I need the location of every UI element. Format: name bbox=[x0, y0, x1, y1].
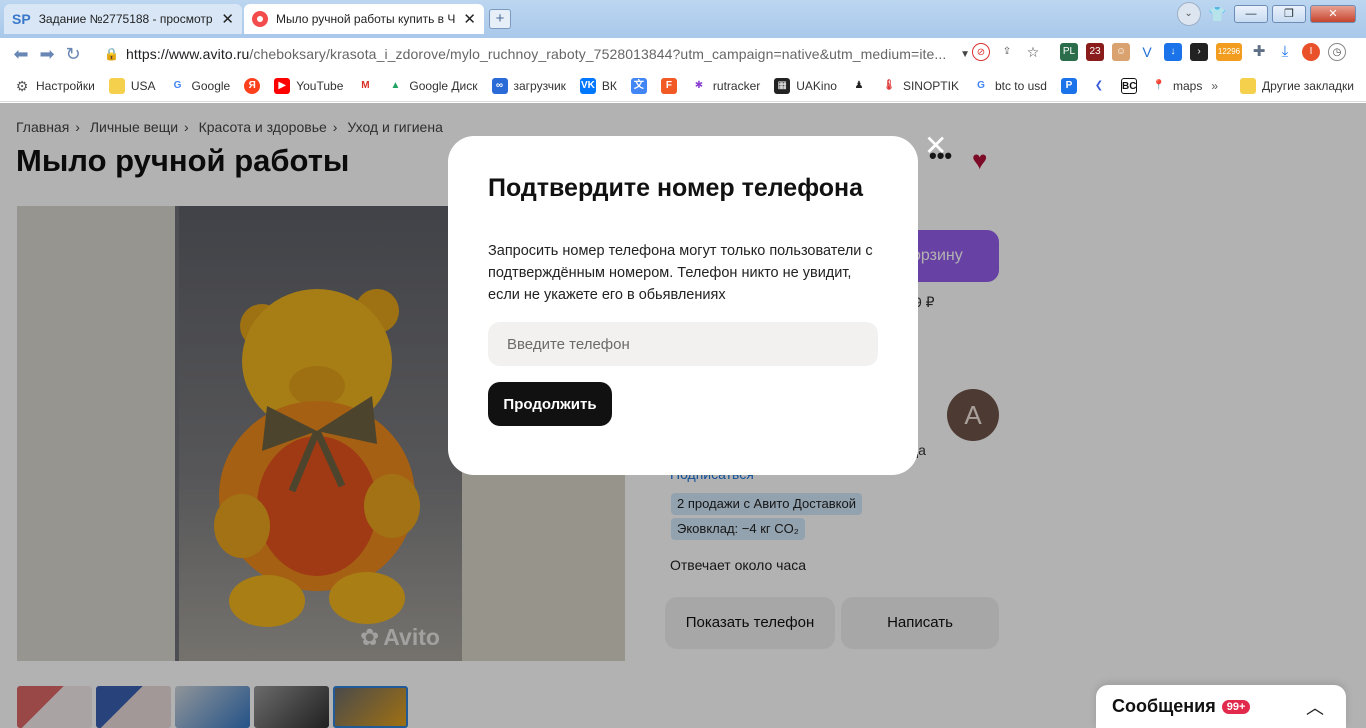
navigation-bar: ⬅ ➡ ↻ 🔒 https://www.avito.ru/cheboksary/… bbox=[0, 38, 1366, 70]
new-tab-button[interactable]: + bbox=[489, 9, 511, 29]
download-extension-icon[interactable]: ↓ bbox=[1164, 43, 1182, 61]
bookmark-translate[interactable]: 文 bbox=[630, 77, 647, 94]
yandex-icon: Я bbox=[244, 77, 261, 94]
chevron-up-icon[interactable]: ︿ bbox=[1306, 694, 1324, 720]
lock-icon: 🔒 bbox=[104, 47, 119, 61]
page: Главная › Личные вещи › Красота и здоровье… bbox=[0, 103, 1366, 728]
bookmark-rutracker[interactable]: ✱ rutracker bbox=[690, 77, 760, 94]
calendar-extension-icon[interactable]: 23 bbox=[1086, 43, 1104, 61]
messages-widget[interactable]: Сообщения 99+ ︿ bbox=[1096, 685, 1346, 728]
thermometer-icon: 🌡 bbox=[880, 77, 897, 94]
vk-icon: VK bbox=[579, 77, 596, 94]
phone-confirm-modal: Подтвердите номер телефона Запросить ном… bbox=[448, 136, 918, 475]
maximize-button[interactable]: ❐ bbox=[1272, 5, 1306, 23]
share-icon[interactable]: ⇪ bbox=[998, 43, 1016, 61]
bookmark-usa[interactable]: USA bbox=[108, 77, 156, 94]
film-icon: ▦ bbox=[774, 77, 791, 94]
bookmark-uakino[interactable]: ▦ UAKino bbox=[774, 77, 837, 94]
downloads-icon[interactable]: ⤓ bbox=[1276, 43, 1294, 61]
figure-icon: ♟ bbox=[850, 77, 867, 94]
f-icon: F bbox=[660, 77, 677, 94]
close-icon[interactable]: ✕ bbox=[924, 132, 947, 160]
clock-icon[interactable]: ◷ bbox=[1328, 43, 1346, 61]
close-tab-icon[interactable]: ✕ bbox=[463, 10, 476, 28]
bookmark-btc[interactable]: Gbtc to usd bbox=[972, 77, 1047, 94]
face-extension-icon[interactable]: ☺ bbox=[1112, 43, 1130, 61]
sp-favicon-icon: SP bbox=[12, 11, 31, 27]
tab-task[interactable]: SP Задание №2775188 - просмотр з ✕ bbox=[4, 4, 242, 34]
arrow-left-icon: ❮ bbox=[1090, 77, 1107, 94]
p-icon: P bbox=[1060, 77, 1077, 94]
messages-count-badge: 99+ bbox=[1221, 699, 1251, 714]
bookmark-arrow[interactable]: ❮ bbox=[1090, 77, 1107, 94]
back-arrow-icon[interactable]: ⬅ bbox=[8, 44, 34, 65]
google-icon: G bbox=[169, 77, 186, 94]
bookmark-google-drive[interactable]: ▲ Google Диск bbox=[387, 77, 478, 94]
folder-icon bbox=[1240, 77, 1257, 94]
shirt-icon[interactable]: 👕 bbox=[1209, 6, 1226, 23]
tab-title: Задание №2775188 - просмотр з bbox=[38, 12, 214, 26]
bookmark-google[interactable]: G Google bbox=[169, 77, 230, 94]
bookmark-gmail[interactable]: M bbox=[357, 77, 374, 94]
modal-text: Запросить номер телефона могут только по… bbox=[488, 243, 873, 303]
bookmark-bc[interactable]: BC bbox=[1120, 77, 1137, 94]
url-dropdown-icon[interactable]: ▼ bbox=[960, 49, 970, 60]
bookmark-youtube[interactable]: Я bbox=[244, 77, 261, 94]
gmail-icon: M bbox=[357, 77, 374, 94]
tab-title: Мыло ручной работы купить в Ч bbox=[276, 12, 456, 26]
forward-arrow-icon[interactable]: ➡ bbox=[34, 44, 60, 65]
v-extension-icon[interactable]: V bbox=[1138, 43, 1156, 61]
google-icon: G bbox=[972, 77, 989, 94]
bookmark-figure[interactable]: ♟ bbox=[850, 77, 867, 94]
extensions-row: ⊘ ⇪ ☆ PL 23 ☺ V ↓ › 12296 ✚ ⤓ I ◷ bbox=[972, 43, 1346, 61]
bookmarks-bar: ⚙ Настройки USA G Google Я ▶ YouTube M ▲ Goo… bbox=[0, 70, 1366, 102]
reload-icon[interactable]: ↻ bbox=[60, 44, 86, 65]
modal-title: Подтвердите номер телефона bbox=[488, 174, 864, 202]
bc-icon: BC bbox=[1120, 77, 1137, 94]
maps-pin-icon: 📍 bbox=[1150, 77, 1167, 94]
bookmark-settings[interactable]: ⚙ Настройки bbox=[14, 77, 95, 94]
block-icon[interactable]: ⊘ bbox=[972, 43, 990, 61]
browser-tab-bar: SP Задание №2775188 - просмотр з ✕ Мыло … bbox=[0, 0, 1366, 38]
bookmark-f[interactable]: F bbox=[660, 77, 677, 94]
phone-input[interactable] bbox=[488, 322, 878, 366]
bookmark-vk[interactable]: VK ВК bbox=[579, 77, 617, 94]
bitcoin-extension-icon[interactable]: 12296 bbox=[1216, 43, 1242, 61]
close-window-button[interactable]: ✕ bbox=[1310, 5, 1356, 23]
minimize-button[interactable]: — bbox=[1234, 5, 1268, 23]
other-bookmarks[interactable]: Другие закладки bbox=[1240, 77, 1354, 94]
gear-icon: ⚙ bbox=[14, 77, 30, 94]
window-controls: ⌄ 👕 — ❐ ✕ bbox=[1176, 2, 1356, 26]
bookmark-sinoptik[interactable]: 🌡 SINOPTIK bbox=[880, 77, 959, 94]
folder-icon bbox=[108, 77, 125, 94]
bookmark-loader[interactable]: ∞ загрузчик bbox=[491, 77, 566, 94]
address-bar[interactable]: 🔒 https://www.avito.ru/cheboksary/krasot… bbox=[104, 41, 970, 67]
profile-menu-icon[interactable]: ⌄ bbox=[1176, 2, 1201, 26]
messages-label: Сообщения bbox=[1112, 696, 1216, 716]
google-drive-icon: ▲ bbox=[387, 77, 404, 94]
globe-extension-icon[interactable]: PL bbox=[1060, 43, 1078, 61]
url-text: https://www.avito.ru/cheboksary/krasota_… bbox=[126, 46, 947, 62]
youtube-icon: ▶ bbox=[274, 77, 291, 94]
profile-avatar-icon[interactable]: I bbox=[1302, 43, 1320, 61]
close-tab-icon[interactable]: ✕ bbox=[221, 10, 234, 28]
bookmark-youtube-link[interactable]: ▶ YouTube bbox=[274, 77, 343, 94]
infinity-icon: ∞ bbox=[491, 77, 508, 94]
bookmark-maps[interactable]: 📍 maps bbox=[1150, 77, 1202, 94]
puzzle-icon[interactable]: ✚ bbox=[1250, 43, 1268, 61]
tab-avito[interactable]: Мыло ручной работы купить в Ч ✕ bbox=[244, 4, 484, 34]
translate-icon: 文 bbox=[630, 77, 647, 94]
star-icon[interactable]: ☆ bbox=[1024, 43, 1042, 61]
avito-favicon-icon bbox=[252, 11, 268, 27]
bookmark-p[interactable]: P bbox=[1060, 77, 1077, 94]
more-bookmarks-button[interactable]: » bbox=[1211, 79, 1218, 93]
rutracker-icon: ✱ bbox=[690, 77, 707, 94]
continue-button[interactable]: Продолжить bbox=[488, 382, 612, 426]
terminal-extension-icon[interactable]: › bbox=[1190, 43, 1208, 61]
